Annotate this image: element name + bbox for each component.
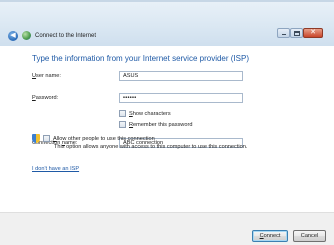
show-characters-box[interactable] [119, 110, 126, 117]
button-bar: Connect Cancel [0, 212, 334, 245]
network-globe-icon [22, 31, 31, 40]
allow-others-description: This option allows anyone with access to… [54, 144, 248, 150]
remember-password-box[interactable] [119, 121, 126, 128]
uac-shield-icon [32, 134, 40, 143]
remember-password-checkbox[interactable]: Remember this password [119, 121, 192, 128]
back-button[interactable]: ◀ [8, 31, 18, 41]
title-bar: ◀ Connect to the Internet ✕ [0, 0, 334, 46]
close-button[interactable]: ✕ [303, 28, 323, 38]
user-name-label: User name: [32, 73, 61, 79]
show-characters-label: Show characters [129, 110, 171, 117]
window-title: Connect to the Internet [35, 33, 97, 39]
maximize-button[interactable] [290, 28, 303, 38]
cancel-button[interactable]: Cancel [293, 230, 326, 242]
user-name-input[interactable]: ASUS [119, 71, 243, 81]
show-characters-checkbox[interactable]: Show characters [119, 110, 171, 117]
maximize-icon [294, 31, 300, 36]
connect-button[interactable]: Connect [252, 230, 288, 242]
no-isp-link[interactable]: I don't have an ISP [32, 166, 79, 172]
password-input[interactable]: •••••• [119, 93, 243, 103]
back-arrow-icon: ◀ [10, 32, 16, 39]
allow-others-label: Allow other people to use this connectio… [53, 135, 155, 142]
remember-password-label: Remember this password [129, 121, 193, 128]
page-heading: Type the information from your Internet … [32, 54, 249, 63]
minimize-icon [282, 34, 286, 35]
minimize-button[interactable] [277, 28, 290, 38]
allow-others-checkbox[interactable]: Allow other people to use this connectio… [32, 134, 155, 143]
title-bar-edge [0, 0, 334, 2]
close-icon: ✕ [310, 29, 316, 36]
wizard-content: Type the information from your Internet … [0, 46, 334, 212]
password-label: Password: [32, 95, 59, 101]
allow-others-box[interactable] [43, 135, 50, 142]
